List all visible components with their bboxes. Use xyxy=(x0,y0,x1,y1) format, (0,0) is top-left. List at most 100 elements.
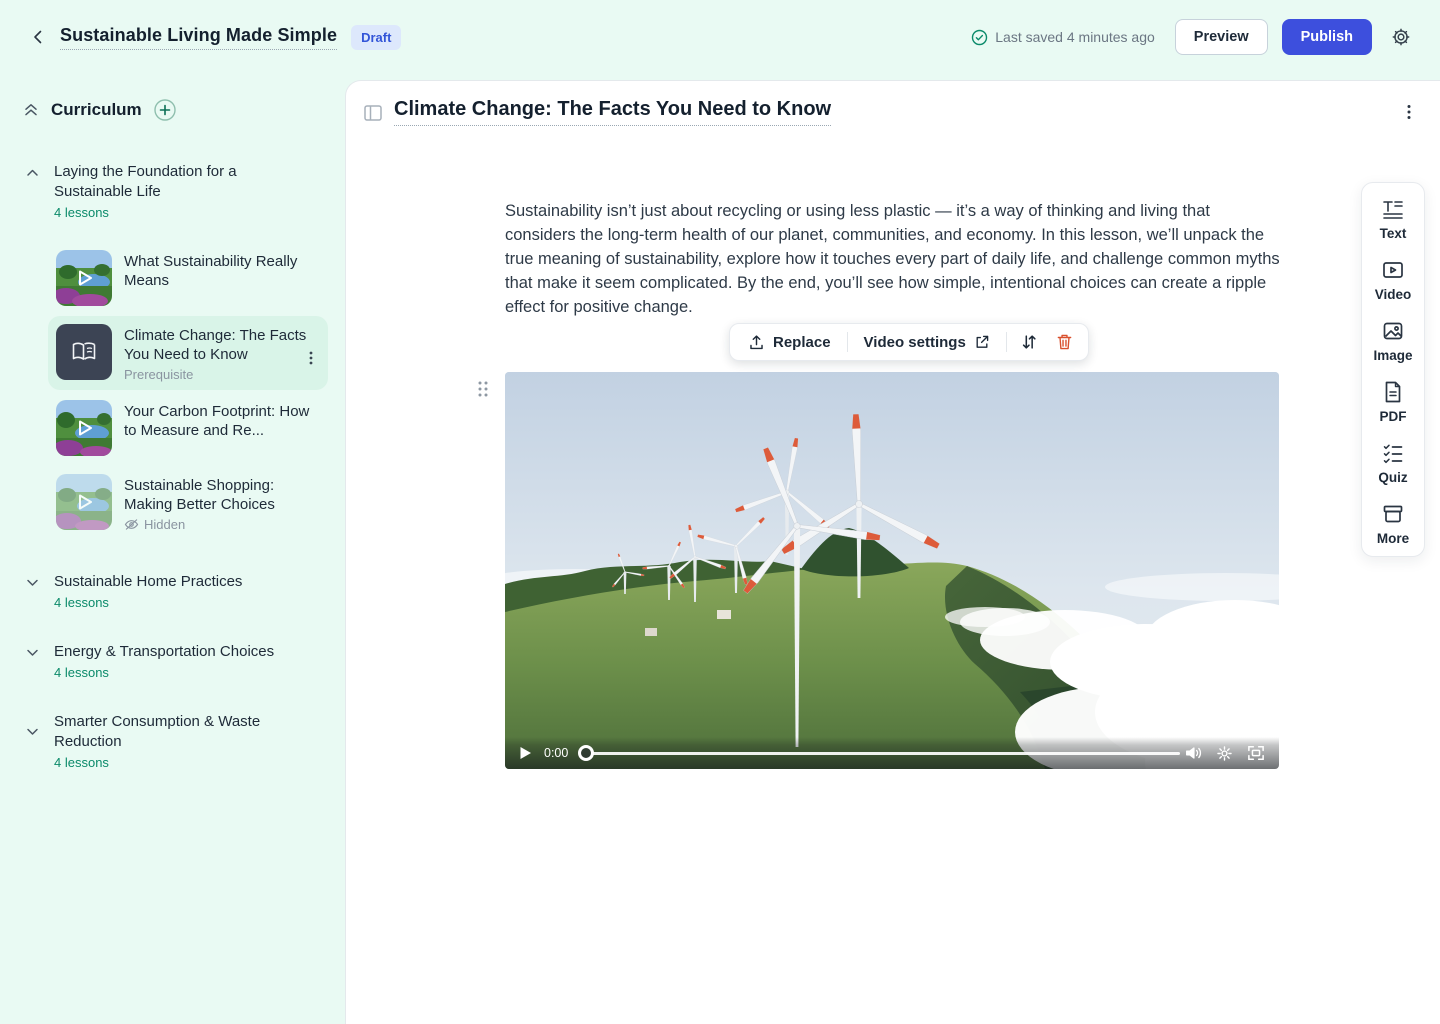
move-block-button[interactable] xyxy=(1011,327,1047,357)
video-time: 0:00 xyxy=(544,746,568,760)
course-title[interactable]: Sustainable Living Made Simple xyxy=(60,25,337,50)
add-quiz-block-button[interactable]: Quiz xyxy=(1378,441,1407,485)
lesson-item-video-2[interactable]: Your Carbon Footprint: How to Measure an… xyxy=(48,392,328,464)
drag-dots-icon xyxy=(476,379,490,399)
lesson-list: What Sustainability Really Means Climate… xyxy=(48,242,328,540)
chevron-up-icon xyxy=(22,165,42,220)
lesson-options-button[interactable] xyxy=(304,350,318,366)
video-block-icon xyxy=(1381,258,1405,282)
lesson-thumbnail xyxy=(56,324,112,380)
lesson-hidden-label: Hidden xyxy=(124,517,320,532)
open-book-icon xyxy=(71,340,97,364)
play-icon xyxy=(56,474,112,530)
quiz-block-icon xyxy=(1381,441,1405,465)
video-settings-button[interactable]: Video settings xyxy=(852,328,1002,357)
section-lesson-count: 4 lessons xyxy=(54,755,274,770)
lesson-item-video-hidden[interactable]: Sustainable Shopping: Making Better Choi… xyxy=(48,466,328,540)
section-header-1[interactable]: Laying the Foundation for a Sustainable … xyxy=(22,162,327,220)
trash-icon xyxy=(1056,333,1073,351)
chevron-down-icon xyxy=(22,575,42,610)
gear-icon xyxy=(1390,26,1412,48)
upload-icon xyxy=(748,334,765,351)
more-blocks-icon xyxy=(1381,502,1405,526)
lesson-thumbnail xyxy=(56,400,112,456)
fullscreen-icon xyxy=(1247,745,1265,761)
lesson-item-video-1[interactable]: What Sustainability Really Means xyxy=(48,242,328,314)
block-drag-handle[interactable] xyxy=(474,377,492,401)
progress-track[interactable] xyxy=(592,752,1180,755)
settings-button[interactable] xyxy=(1386,22,1416,52)
curriculum-section: Smarter Consumption & Waste Reduction 4 … xyxy=(22,712,327,770)
wind-turbines-video-frame xyxy=(505,372,1279,769)
chevron-down-icon xyxy=(22,724,42,770)
toolbar-divider xyxy=(847,332,848,352)
preview-button[interactable]: Preview xyxy=(1175,19,1268,55)
status-badge: Draft xyxy=(351,25,401,50)
text-block-icon xyxy=(1381,197,1405,221)
add-section-button[interactable] xyxy=(153,98,177,122)
lesson-title: Sustainable Shopping: Making Better Choi… xyxy=(124,476,320,514)
add-pdf-block-button[interactable]: PDF xyxy=(1380,380,1407,424)
last-saved-status: Last saved 4 minutes ago xyxy=(971,29,1155,46)
toolbar-divider xyxy=(1006,332,1007,352)
collapse-all-button[interactable] xyxy=(22,101,40,119)
section-header-3[interactable]: Energy & Transportation Choices 4 lesson… xyxy=(22,642,327,680)
volume-icon xyxy=(1184,745,1202,761)
play-icon xyxy=(56,250,112,306)
section-lesson-count: 4 lessons xyxy=(54,595,242,610)
eye-off-icon xyxy=(124,518,139,531)
video-controls: 0:00 xyxy=(505,737,1279,769)
top-bar: Sustainable Living Made Simple Draft Las… xyxy=(0,0,1440,74)
lesson-title: What Sustainability Really Means xyxy=(124,252,320,290)
add-image-block-button[interactable]: Image xyxy=(1373,319,1412,363)
section-header-4[interactable]: Smarter Consumption & Waste Reduction 4 … xyxy=(22,712,327,770)
curriculum-section: Energy & Transportation Choices 4 lesson… xyxy=(22,642,327,680)
section-lesson-count: 4 lessons xyxy=(54,205,264,220)
section-title: Sustainable Home Practices xyxy=(54,572,242,592)
section-title: Laying the Foundation for a Sustainable … xyxy=(54,162,264,202)
curriculum-sidebar: Curriculum Laying the Foundation for a S… xyxy=(0,74,345,1024)
section-title: Energy & Transportation Choices xyxy=(54,642,274,662)
lesson-editor: Climate Change: The Facts You Need to Kn… xyxy=(345,80,1440,1024)
fullscreen-button[interactable] xyxy=(1243,745,1269,761)
pdf-block-icon xyxy=(1382,380,1404,404)
more-blocks-button[interactable]: More xyxy=(1377,502,1409,546)
publish-button[interactable]: Publish xyxy=(1282,19,1372,55)
lesson-item-article-selected[interactable]: Climate Change: The Facts You Need to Kn… xyxy=(48,316,328,390)
section-title: Smarter Consumption & Waste Reduction xyxy=(54,712,274,752)
add-video-block-button[interactable]: Video xyxy=(1375,258,1412,302)
sort-arrows-icon xyxy=(1020,333,1038,351)
chevron-down-icon xyxy=(22,645,42,680)
lesson-title: Your Carbon Footprint: How to Measure an… xyxy=(124,402,320,440)
video-player[interactable]: 0:00 xyxy=(505,372,1279,769)
lesson-intro-text[interactable]: Sustainability isn’t just about recyclin… xyxy=(505,199,1283,319)
volume-button[interactable] xyxy=(1180,745,1206,761)
double-chevron-up-icon xyxy=(22,101,40,119)
lesson-title-heading[interactable]: Climate Change: The Facts You Need to Kn… xyxy=(394,98,831,126)
play-icon xyxy=(56,400,112,456)
lesson-title: Climate Change: The Facts You Need to Kn… xyxy=(124,326,320,364)
play-button[interactable] xyxy=(515,746,536,760)
external-link-icon xyxy=(974,334,990,350)
add-text-block-button[interactable]: Text xyxy=(1380,197,1407,241)
last-saved-text: Last saved 4 minutes ago xyxy=(995,29,1155,45)
toggle-sidebar-icon[interactable] xyxy=(364,105,382,121)
play-icon xyxy=(519,746,532,760)
check-circle-icon xyxy=(971,29,988,46)
lesson-options-button[interactable] xyxy=(1402,103,1416,121)
lesson-prerequisite-label: Prerequisite xyxy=(124,367,320,382)
lesson-thumbnail xyxy=(56,474,112,530)
delete-block-button[interactable] xyxy=(1047,327,1082,357)
replace-video-button[interactable]: Replace xyxy=(736,328,843,357)
section-header-2[interactable]: Sustainable Home Practices 4 lessons xyxy=(22,572,327,610)
lesson-thumbnail xyxy=(56,250,112,306)
kebab-menu-icon xyxy=(1402,103,1416,121)
player-settings-button[interactable] xyxy=(1212,745,1237,762)
curriculum-section: Sustainable Home Practices 4 lessons xyxy=(22,572,327,610)
curriculum-heading: Curriculum xyxy=(51,100,142,120)
back-button[interactable] xyxy=(24,23,52,51)
video-block-toolbar: Replace Video settings xyxy=(729,323,1089,361)
block-tools-panel: Text Video Image PDF Quiz More xyxy=(1361,182,1425,557)
section-lesson-count: 4 lessons xyxy=(54,665,274,680)
gear-icon xyxy=(1216,745,1233,762)
